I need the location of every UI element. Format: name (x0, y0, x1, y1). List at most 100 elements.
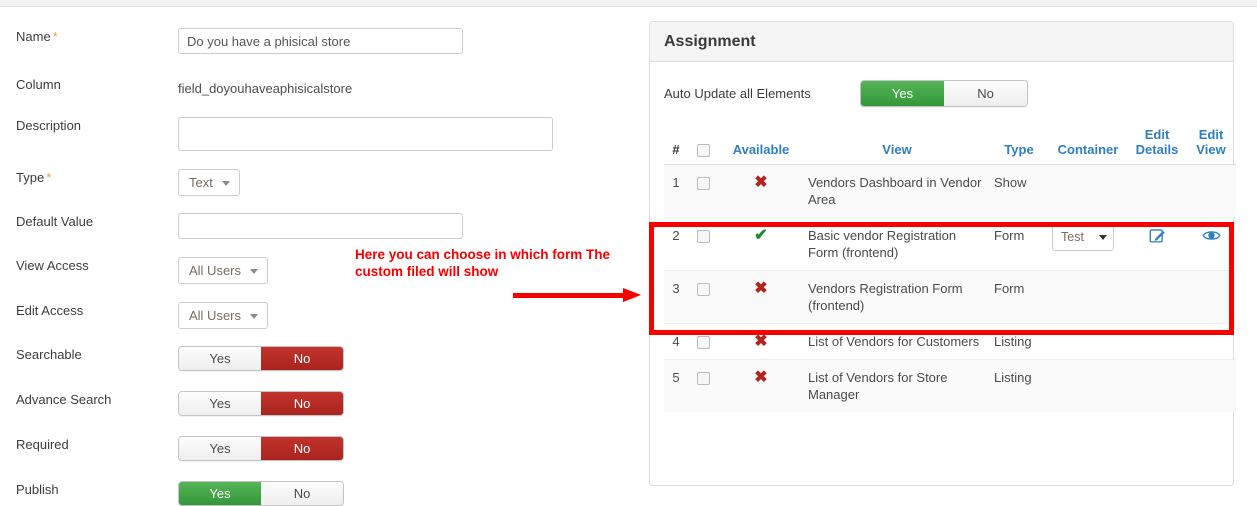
row-checkbox-cell (688, 164, 718, 218)
auto-update-toggle-yes[interactable]: Yes (861, 80, 944, 106)
cross-icon[interactable]: ✖ (754, 174, 767, 191)
label-edit-access: Edit Access (16, 303, 84, 318)
row-num: 4 (664, 323, 688, 360)
header-edit-view[interactable]: Edit View (1186, 124, 1236, 165)
label-advance-search: Advance Search (16, 392, 112, 407)
searchable-toggle-yes[interactable]: Yes (179, 347, 261, 370)
row-checkbox[interactable] (696, 177, 710, 191)
header-select-all (688, 124, 718, 165)
header-container[interactable]: Container (1048, 124, 1128, 165)
row-checkbox[interactable] (696, 283, 710, 297)
auto-update-toggle-no[interactable]: No (944, 80, 1027, 106)
select-all-checkbox[interactable] (696, 144, 710, 157)
check-icon[interactable]: ✔ (754, 227, 767, 244)
edit-details-icon[interactable] (1149, 227, 1166, 244)
type-select[interactable]: Text (178, 169, 240, 196)
row-view-name: Vendors Registration Form (frontend) (804, 270, 990, 324)
form-row-column: Column field_doyouhaveaphisicalstore (0, 76, 640, 98)
table-row: 1 ✖ Vendors Dashboard in Vendor Area Sho… (664, 164, 1236, 218)
row-checkbox-cell (688, 323, 718, 360)
row-edit-details (1128, 217, 1186, 271)
row-container: Test (1048, 217, 1128, 271)
row-checkbox[interactable] (696, 230, 710, 244)
edit-access-select[interactable]: All Users (178, 302, 269, 329)
row-type: Form (990, 217, 1048, 271)
assignment-panel-body: Auto Update all Elements Yes No # Availa… (650, 62, 1236, 412)
row-checkbox-cell (688, 217, 718, 271)
row-edit-view (1186, 164, 1236, 218)
form-row-description: Description (0, 117, 640, 151)
form-row-publish: Publish Yes No (0, 481, 640, 506)
label-column: Column (16, 77, 61, 92)
required-toggle-yes[interactable]: Yes (179, 437, 261, 460)
row-edit-details (1128, 164, 1186, 218)
row-available[interactable]: ✔ (718, 217, 804, 271)
searchable-toggle-no[interactable]: No (261, 347, 343, 370)
row-available[interactable]: ✖ (718, 270, 804, 324)
form-row-searchable: Searchable Yes No (0, 346, 640, 371)
advance-search-toggle-yes[interactable]: Yes (179, 392, 261, 415)
assignment-table-body: 1 ✖ Vendors Dashboard in Vendor Area Sho… (664, 164, 1236, 412)
form-row-default-value: Default Value (0, 213, 640, 239)
header-type[interactable]: Type (990, 124, 1048, 165)
row-edit-details (1128, 359, 1186, 412)
container-select[interactable]: Test (1052, 223, 1114, 251)
panel-title: Assignment (664, 32, 756, 50)
required-toggle[interactable]: Yes No (178, 436, 344, 461)
row-checkbox[interactable] (696, 372, 710, 386)
form-row-name: Name * (0, 28, 640, 54)
advance-search-toggle-no[interactable]: No (261, 392, 343, 415)
table-row: 3 ✖ Vendors Registration Form (frontend)… (664, 270, 1236, 324)
row-checkbox-cell (688, 359, 718, 412)
table-row: 5 ✖ List of Vendors for Store Manager Li… (664, 359, 1236, 412)
top-chrome-bar (0, 0, 1257, 7)
description-textarea[interactable] (178, 117, 553, 151)
label-name: Name * (0, 28, 178, 46)
searchable-toggle[interactable]: Yes No (178, 346, 344, 371)
default-value-input[interactable] (178, 213, 463, 239)
publish-toggle-no[interactable]: No (261, 482, 343, 505)
row-edit-view (1186, 270, 1236, 324)
row-available[interactable]: ✖ (718, 164, 804, 218)
required-asterisk: * (52, 29, 58, 44)
row-num: 1 (664, 164, 688, 218)
eye-icon[interactable] (1201, 229, 1221, 242)
header-edit-details[interactable]: Edit Details (1128, 124, 1186, 165)
table-row: 4 ✖ List of Vendors for Customers Listin… (664, 323, 1236, 360)
required-asterisk-type: * (46, 170, 52, 185)
required-toggle-no[interactable]: No (261, 437, 343, 460)
type-select-value: Text (189, 175, 213, 190)
label-description: Description (16, 118, 82, 133)
form-row-required: Required Yes No (0, 436, 640, 461)
chevron-down-icon (250, 313, 259, 319)
auto-update-toggle[interactable]: Yes No (860, 79, 1028, 107)
auto-update-label: Auto Update all Elements (664, 85, 811, 101)
label-required: Required (16, 437, 69, 452)
row-view-name: Vendors Dashboard in Vendor Area (804, 164, 990, 218)
view-access-select-value: All Users (189, 263, 242, 278)
row-view-name: List of Vendors for Store Manager (804, 359, 990, 412)
annotation-text: Here you can choose in which form The cu… (355, 247, 611, 279)
chevron-down-icon (250, 268, 259, 274)
cross-icon[interactable]: ✖ (754, 333, 767, 350)
publish-toggle-yes[interactable]: Yes (179, 482, 261, 505)
advance-search-toggle[interactable]: Yes No (178, 391, 344, 416)
header-view[interactable]: View (804, 124, 990, 165)
row-available[interactable]: ✖ (718, 359, 804, 412)
header-num: # (664, 124, 688, 165)
publish-toggle[interactable]: Yes No (178, 481, 344, 506)
header-available[interactable]: Available (718, 124, 804, 165)
edit-access-select-value: All Users (189, 308, 242, 323)
cross-icon[interactable]: ✖ (754, 369, 767, 386)
cross-icon[interactable]: ✖ (754, 280, 767, 297)
label-type: Type * (0, 169, 178, 187)
table-header-row: # Available View Type Container Edit Det… (664, 124, 1236, 165)
label-searchable: Searchable (16, 347, 82, 362)
row-available[interactable]: ✖ (718, 323, 804, 360)
row-container (1048, 270, 1128, 324)
row-checkbox[interactable] (696, 336, 710, 350)
view-access-select[interactable]: All Users (178, 257, 269, 284)
name-input[interactable] (178, 28, 463, 54)
assignment-panel-header: Assignment (650, 22, 1233, 62)
row-edit-view (1186, 217, 1236, 271)
